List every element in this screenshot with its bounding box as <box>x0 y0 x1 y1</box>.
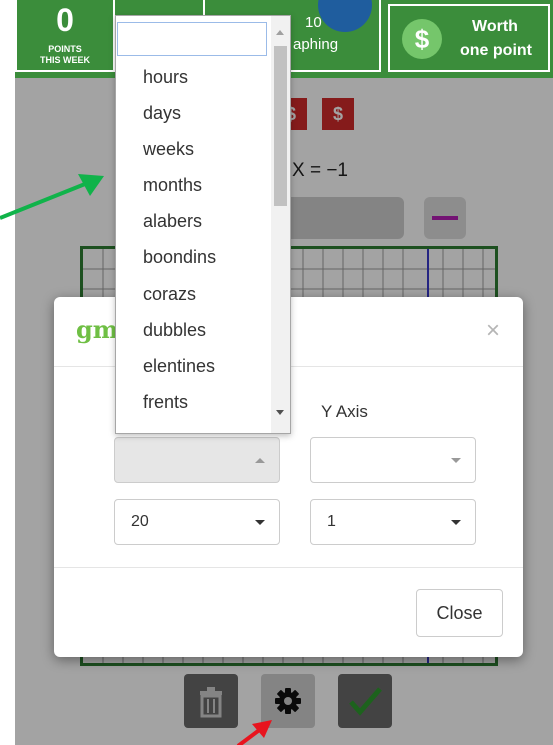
y-axis-scale-value: 1 <box>327 513 336 530</box>
points-label-line1: POINTS <box>48 44 82 54</box>
dropdown-option[interactable]: months <box>116 167 271 203</box>
points-panel: 0 POINTS THIS WEEK <box>15 0 115 72</box>
dropdown-option[interactable]: days <box>116 95 271 131</box>
dropdown-option[interactable]: alabers <box>116 203 271 239</box>
dropdown-option[interactable]: corazs <box>116 276 271 312</box>
graphing-badge <box>318 0 372 32</box>
x-axis-scale-value: 20 <box>131 513 149 530</box>
scroll-down-icon[interactable] <box>276 410 284 415</box>
logo: gm <box>76 315 119 344</box>
chevron-down-icon <box>451 458 461 463</box>
scroll-up-icon[interactable] <box>276 30 284 35</box>
dropdown-option[interactable]: frents <box>116 384 271 420</box>
dropdown-option[interactable]: hours <box>116 59 271 95</box>
close-button[interactable]: Close <box>416 589 503 637</box>
x-axis-units-select[interactable] <box>114 437 280 483</box>
points-value: 0 <box>56 2 74 38</box>
dollar-icon: $ <box>402 19 442 59</box>
x-axis-scale-select[interactable]: 20 <box>114 499 280 545</box>
close-icon[interactable]: × <box>486 317 500 345</box>
units-dropdown-list[interactable]: hours days weeks months alabers boondins… <box>115 15 291 434</box>
dropdown-option[interactable]: boondins <box>116 239 271 275</box>
worth-panel: $ Worth one point <box>388 4 550 72</box>
dropdown-option[interactable]: dubbles <box>116 312 271 348</box>
annotation-arrow-green <box>0 174 104 220</box>
worth-line1: Worth <box>472 18 518 35</box>
worth-line2: one point <box>460 42 532 59</box>
chevron-down-icon <box>451 520 461 525</box>
dropdown-scrollbar[interactable] <box>271 16 290 433</box>
dropdown-option[interactable]: weeks <box>116 131 271 167</box>
points-label-line2: THIS WEEK <box>39 55 90 65</box>
y-axis-label: Y Axis <box>321 402 368 421</box>
graphing-label: aphing <box>293 36 339 53</box>
dropdown-option[interactable]: elentines <box>116 348 271 384</box>
scroll-thumb[interactable] <box>274 46 287 206</box>
y-axis-units-select[interactable] <box>310 437 476 483</box>
modal-footer: Close <box>54 567 523 657</box>
chevron-up-icon <box>255 458 265 463</box>
points-label: POINTS THIS WEEK <box>17 44 113 66</box>
graphing-count: 10 <box>305 14 322 31</box>
y-axis-scale-select[interactable]: 1 <box>310 499 476 545</box>
chevron-down-icon <box>255 520 265 525</box>
dropdown-options: hours days weeks months alabers boondins… <box>116 59 271 420</box>
dropdown-search-input[interactable] <box>117 22 267 56</box>
annotation-arrow-red <box>236 720 272 745</box>
